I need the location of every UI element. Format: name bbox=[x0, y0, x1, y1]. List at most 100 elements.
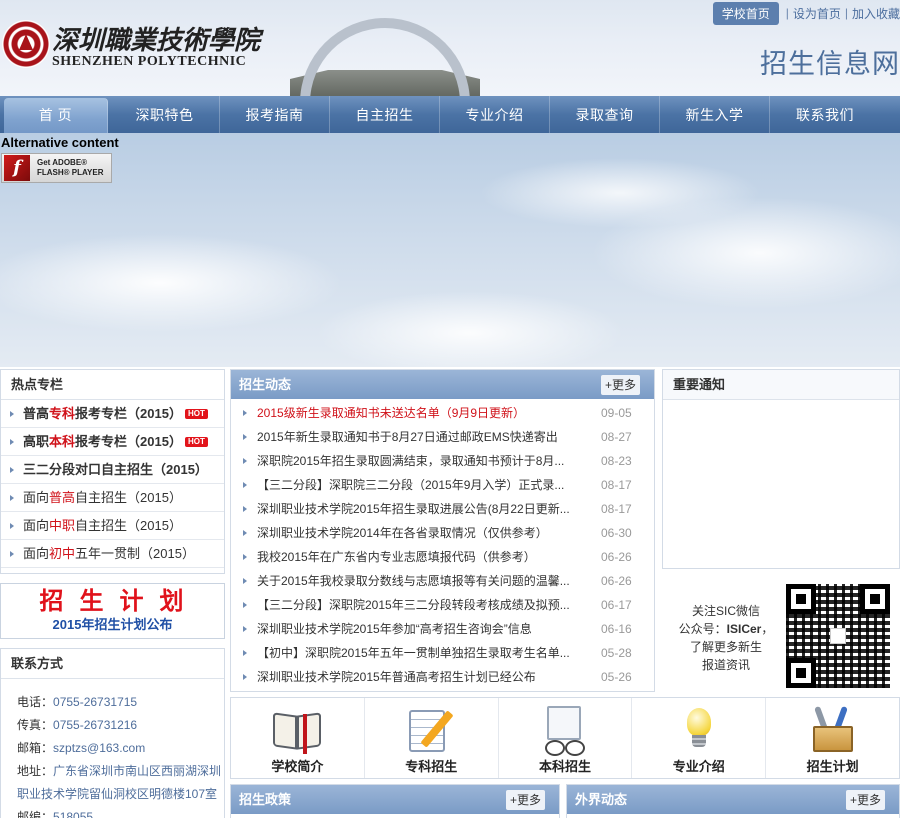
hot-topic-text: 自主招生（2015） bbox=[75, 518, 182, 533]
contact-panel: 联系方式 电话：0755-26731715 传真：0755-26731216 邮… bbox=[0, 648, 225, 818]
hot-topic-text: 五年一贯制（2015） bbox=[75, 546, 195, 561]
nav-contact[interactable]: 联系我们 bbox=[770, 96, 880, 133]
nav-independent-admission[interactable]: 自主招生 bbox=[330, 96, 440, 133]
logo-english-name[interactable]: SHENZHEN POLYTECHNIC bbox=[52, 54, 246, 70]
flash-banner: Alternative content f Get ADOBE® FLASH® … bbox=[0, 133, 900, 367]
admission-policy-panel: 招生政策 +更多 bbox=[230, 784, 560, 818]
campus-arch-image bbox=[300, 18, 470, 96]
news-item[interactable]: 【三二分段】深职院三二分段（2015年9月入学）正式录... 08-17 bbox=[231, 473, 654, 497]
outside-more-link[interactable]: +更多 bbox=[845, 790, 885, 810]
news-item[interactable]: 【初中】深职院2015年五年一贯制单独招生录取考生名单... 05-28 bbox=[231, 641, 654, 665]
news-item[interactable]: 深职院2015年招生录取圆满结束，录取通知书预计于8月... 08-23 bbox=[231, 449, 654, 473]
contact-phone: 电话：0755-26731715 bbox=[17, 691, 224, 714]
quick-link-school-intro[interactable]: 学校简介 bbox=[231, 698, 365, 778]
quick-link-label: 专业介绍 bbox=[672, 759, 725, 774]
news-date: 06-17 bbox=[601, 598, 632, 612]
quick-links-bar: 学校简介 专科招生 本科招生 专业介绍 招生计划 bbox=[230, 697, 900, 779]
news-item[interactable]: 深圳职业技术学院2015年招生录取进展公告(8月22日更新... 08-17 bbox=[231, 497, 654, 521]
news-title-link[interactable]: 深圳职业技术学院2015年参加“高考招生咨询会”信息 bbox=[257, 617, 587, 641]
nav-admission-query[interactable]: 录取查询 bbox=[550, 96, 660, 133]
hot-topics-panel: 热点专栏 普高专科报考专栏（2015） HOT 高职本科报考专栏（2015） HOT 三… bbox=[0, 369, 225, 574]
wechat-account-label: 公众号： bbox=[678, 622, 727, 636]
news-title-link[interactable]: 深圳职业技术学院2015年招生录取进展公告(8月22日更新... bbox=[257, 497, 587, 521]
enrollment-plan-banner[interactable]: 招生计划 2015年招生计划公布 bbox=[0, 583, 225, 639]
important-notice-title: 重要通知 bbox=[663, 370, 899, 400]
hot-topic-item[interactable]: 三二分段对口自主招生（2015） bbox=[1, 456, 224, 484]
admission-news-panel: 招生动态 +更多 2015级新生录取通知书未送达名单（9月9日更新） 09-05 2… bbox=[230, 369, 655, 692]
news-title-link[interactable]: 深圳职业技术学院2014年在各省录取情况（仅供参考） bbox=[257, 521, 587, 545]
notepad-icon bbox=[403, 704, 459, 752]
hot-topic-item[interactable]: 普高专科报考专栏（2015） HOT bbox=[1, 400, 224, 428]
school-home-button[interactable]: 学校首页 bbox=[712, 1, 779, 25]
news-item[interactable]: 深圳职业技术学院2014年在各省录取情况（仅供参考） 06-30 bbox=[231, 521, 654, 545]
hot-topic-text: 自主招生（2015） bbox=[75, 490, 182, 505]
qr-finder-top-right bbox=[860, 584, 890, 614]
news-item[interactable]: 【三二分段】深职院2015年三二分段转段考核成绩及拟预... 06-17 bbox=[231, 593, 654, 617]
policy-more-link[interactable]: +更多 bbox=[505, 790, 545, 810]
news-title-link[interactable]: 关于2015年我校录取分数线与志愿填报等有关问题的温馨... bbox=[257, 569, 587, 593]
news-list: 2015级新生录取通知书未送达名单（9月9日更新） 09-05 2015年新生录取通… bbox=[231, 399, 654, 689]
external-news-panel: 外界动态 +更多 bbox=[566, 784, 900, 818]
quick-link-undergraduate[interactable]: 本科招生 bbox=[499, 698, 633, 778]
news-date: 08-23 bbox=[601, 454, 632, 468]
nav-majors[interactable]: 专业介绍 bbox=[440, 96, 550, 133]
news-item[interactable]: 关于2015年我校录取分数线与志愿填报等有关问题的温馨... 06-26 bbox=[231, 569, 654, 593]
contact-rows: 电话：0755-26731715 传真：0755-26731216 邮箱：szp… bbox=[1, 679, 224, 818]
hot-topic-item[interactable]: 高职本科报考专栏（2015） HOT bbox=[1, 428, 224, 456]
school-emblem-icon[interactable] bbox=[2, 20, 50, 68]
header: 深圳職業技術學院 SHENZHEN POLYTECHNIC 学校首页 | 设为首… bbox=[0, 0, 900, 96]
nav-features[interactable]: 深职特色 bbox=[110, 96, 220, 133]
news-title-link[interactable]: 【三二分段】深职院三二分段（2015年9月入学）正式录... bbox=[257, 473, 587, 497]
news-title-link[interactable]: 我校2015年在广东省内专业志愿填报代码（供参考） bbox=[257, 545, 587, 569]
hot-topic-item[interactable]: 面向中职自主招生（2015） bbox=[1, 512, 224, 540]
news-title-link[interactable]: 深圳职业技术学院2015年普通高考招生计划已经公布 bbox=[257, 665, 587, 689]
top-links: 学校首页 | 设为首页 | 加入收藏 bbox=[712, 1, 900, 25]
phone-label: 电话： bbox=[17, 695, 54, 709]
news-date: 08-27 bbox=[601, 430, 632, 444]
news-date: 05-28 bbox=[601, 646, 632, 660]
wechat-line3: 了解更多新生 bbox=[689, 640, 762, 654]
nav-new-students[interactable]: 新生入学 bbox=[660, 96, 770, 133]
address-label: 地址： bbox=[17, 764, 54, 778]
set-homepage-link[interactable]: 设为首页 bbox=[793, 5, 841, 22]
get-flash-player-button[interactable]: f Get ADOBE® FLASH® PLAYER bbox=[1, 153, 112, 183]
hot-topic-highlight: 专科 bbox=[49, 406, 76, 421]
news-title-link[interactable]: 【三二分段】深职院2015年三二分段转段考核成绩及拟预... bbox=[257, 593, 587, 617]
wechat-text: 关注SIC微信 公众号：ISICer， 了解更多新生 报道资讯 bbox=[662, 602, 790, 674]
hot-badge: HOT bbox=[184, 408, 208, 419]
hot-topic-text: 面向 bbox=[23, 490, 50, 505]
news-title-link[interactable]: 2015年新生录取通知书于8月27日通过邮政EMS快递寄出 bbox=[257, 425, 587, 449]
hot-badge: HOT bbox=[184, 436, 208, 447]
news-title-link[interactable]: 深职院2015年招生录取圆满结束，录取通知书预计于8月... bbox=[257, 449, 587, 473]
wechat-line2: 公众号：ISICer， bbox=[662, 620, 790, 638]
news-item[interactable]: 我校2015年在广东省内专业志愿填报代码（供参考） 06-26 bbox=[231, 545, 654, 569]
hot-topic-text: 普高 bbox=[23, 406, 50, 421]
news-item[interactable]: 深圳职业技术学院2015年参加“高考招生咨询会”信息 06-16 bbox=[231, 617, 654, 641]
email-link[interactable]: szptzs@163.com bbox=[53, 741, 145, 755]
news-more-link[interactable]: +更多 bbox=[600, 375, 640, 395]
news-item[interactable]: 2015年新生录取通知书于8月27日通过邮政EMS快递寄出 08-27 bbox=[231, 425, 654, 449]
page: 深圳職業技術學院 SHENZHEN POLYTECHNIC 学校首页 | 设为首… bbox=[0, 0, 900, 818]
toolbox-icon bbox=[805, 704, 861, 752]
qr-logo-icon bbox=[830, 628, 846, 644]
nav-home[interactable]: 首 页 bbox=[4, 98, 108, 133]
news-date: 05-26 bbox=[601, 670, 632, 684]
news-item[interactable]: 深圳职业技术学院2015年普通高考招生计划已经公布 05-26 bbox=[231, 665, 654, 689]
quick-link-majors[interactable]: 专业介绍 bbox=[632, 698, 767, 778]
document-icon bbox=[537, 704, 593, 756]
logo-chinese-name[interactable]: 深圳職業技術學院 bbox=[52, 20, 260, 57]
hot-topic-item[interactable]: 面向普高自主招生（2015） bbox=[1, 484, 224, 512]
news-item[interactable]: 2015级新生录取通知书未送达名单（9月9日更新） 09-05 bbox=[231, 401, 654, 425]
hot-topic-text: 面向 bbox=[23, 546, 50, 561]
hot-topic-text: 高职 bbox=[23, 434, 50, 449]
hot-topic-highlight: 普高 bbox=[49, 490, 76, 505]
quick-link-junior-college[interactable]: 专科招生 bbox=[365, 698, 499, 778]
quick-link-enrollment-plan[interactable]: 招生计划 bbox=[766, 698, 899, 778]
nav-guide[interactable]: 报考指南 bbox=[220, 96, 330, 133]
add-favorite-link[interactable]: 加入收藏 bbox=[852, 5, 900, 22]
news-title-link[interactable]: 2015级新生录取通知书未送达名单（9月9日更新） bbox=[257, 401, 587, 425]
news-title-link[interactable]: 【初中】深职院2015年五年一贯制单独招生录取考生名单... bbox=[257, 641, 587, 665]
flash-badge-line1: Get ADOBE® bbox=[37, 158, 88, 167]
lightbulb-icon bbox=[671, 704, 727, 752]
hot-topic-item[interactable]: 面向初中五年一贯制（2015） bbox=[1, 540, 224, 568]
